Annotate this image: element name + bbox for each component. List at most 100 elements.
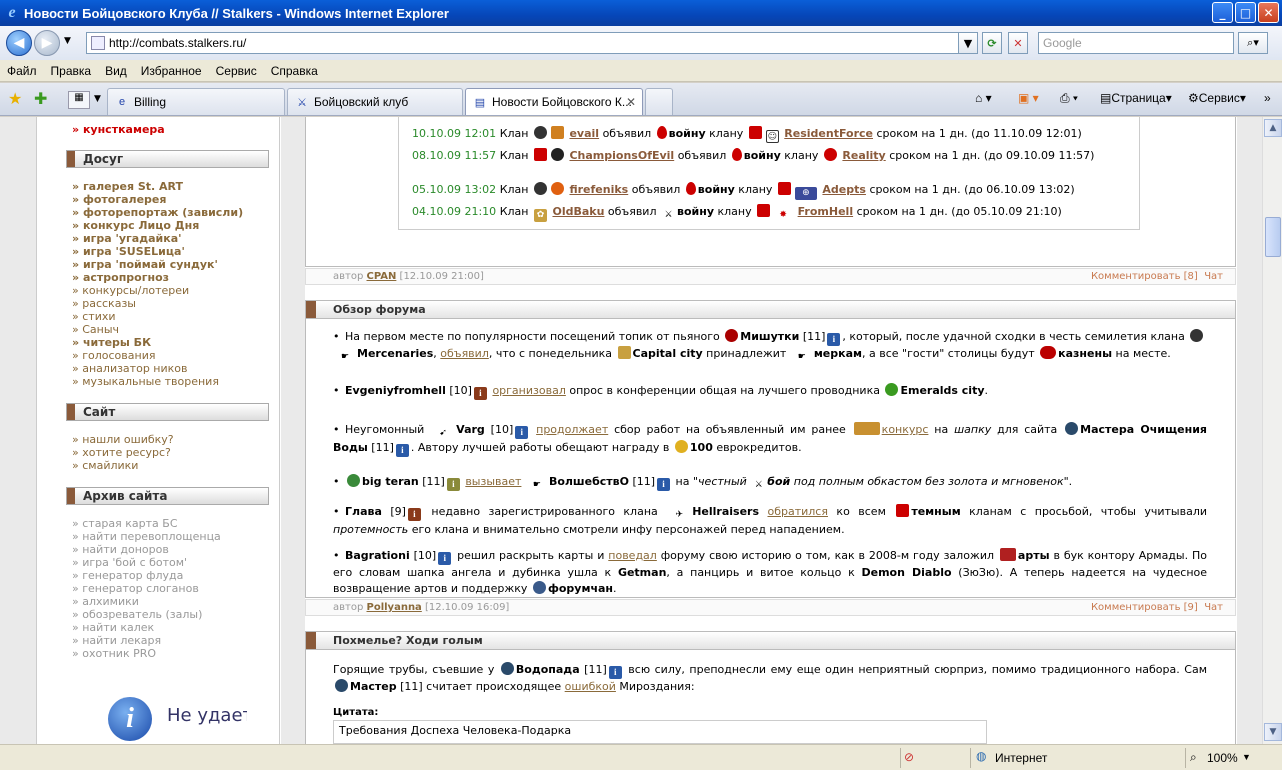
- coin-icon: [674, 440, 688, 453]
- author-link[interactable]: Pollyanna: [367, 602, 422, 613]
- sidebar-item[interactable]: » смайлики: [72, 459, 174, 472]
- info-icon[interactable]: i: [608, 666, 622, 679]
- zoom-icon[interactable]: ⌕: [1190, 750, 1197, 765]
- privacy-icon[interactable]: ⊘: [904, 750, 914, 764]
- new-tab-button[interactable]: [645, 88, 673, 115]
- print-icon[interactable]: ⎙ ▾: [1060, 91, 1078, 106]
- sidebar-item[interactable]: » астропрогноз: [72, 271, 243, 284]
- zoom-level[interactable]: 100%: [1207, 751, 1238, 765]
- sidebar-item[interactable]: » хотите ресурс?: [72, 446, 174, 459]
- zoom-dropdown-icon[interactable]: ▼: [1242, 752, 1251, 762]
- clan-icon: ☛: [791, 351, 812, 364]
- sidebar-section-leisure: » галерея St. ART » фотогалерея » фоторе…: [72, 180, 243, 388]
- author-link[interactable]: CPAN: [367, 271, 397, 282]
- chat-link[interactable]: Чат: [1204, 271, 1223, 282]
- maximize-button[interactable]: □: [1235, 2, 1256, 23]
- sidebar-item[interactable]: » конкурс Лицо Дня: [72, 219, 243, 232]
- address-row: ◀ ▶ ▼ http://combats.stalkers.ru/ ▼ ⟳ ✕ …: [0, 26, 1282, 60]
- sidebar-item[interactable]: » голосования: [72, 349, 243, 362]
- refresh-icon[interactable]: ⟳: [982, 32, 1002, 54]
- sidebar-item[interactable]: » читеры БК: [72, 336, 243, 349]
- history-dropdown-icon[interactable]: ▼: [64, 36, 71, 46]
- sidebar-item[interactable]: » найти калек: [72, 621, 221, 634]
- sidebar-item[interactable]: » генератор слоганов: [72, 582, 221, 595]
- back-button[interactable]: ◀: [6, 30, 32, 56]
- info-icon[interactable]: i: [395, 444, 409, 457]
- tab-close-icon[interactable]: ✕: [626, 95, 636, 109]
- info-icon[interactable]: i: [827, 333, 841, 346]
- sidebar-item[interactable]: » игра 'поймай сундук': [72, 258, 243, 271]
- sidebar-item[interactable]: » старая карта БС: [72, 517, 221, 530]
- sidebar-item[interactable]: » генератор флуда: [72, 569, 221, 582]
- sidebar-item[interactable]: » найти перевоплощенца: [72, 530, 221, 543]
- comment-link[interactable]: Комментировать [9]: [1091, 602, 1198, 613]
- tab-billing[interactable]: e Billing: [107, 88, 285, 115]
- search-icon[interactable]: ⌕▾: [1238, 32, 1268, 54]
- info-icon[interactable]: i: [438, 552, 452, 565]
- sidebar-item[interactable]: » игра 'SUSELица': [72, 245, 243, 258]
- ie-logo-icon: e: [8, 4, 16, 21]
- blood-drop-icon: [685, 182, 696, 195]
- scroll-up-icon[interactable]: ▲: [1264, 119, 1282, 137]
- rss-icon[interactable]: ▣ ▾: [1018, 91, 1039, 105]
- sidebar-item[interactable]: » галерея St. ART: [72, 180, 243, 193]
- page-menu-button[interactable]: ▤ Страница ▾: [1100, 91, 1172, 105]
- info-icon[interactable]: i: [407, 508, 421, 521]
- forward-button[interactable]: ▶: [34, 30, 60, 56]
- info-icon[interactable]: i: [657, 478, 671, 491]
- address-dropdown-icon[interactable]: ▼: [958, 32, 978, 54]
- sidebar-item[interactable]: » охотник PRO: [72, 647, 221, 660]
- address-field[interactable]: http://combats.stalkers.ru/: [86, 32, 976, 54]
- toolbar-overflow-icon[interactable]: »: [1264, 91, 1271, 105]
- clan-icon: [896, 504, 910, 517]
- close-button[interactable]: ✕: [1258, 2, 1279, 23]
- sidebar-item[interactable]: » кунсткамера: [72, 123, 165, 136]
- scroll-down-icon[interactable]: ▼: [1264, 723, 1282, 741]
- sidebar-item[interactable]: » конкурсы/лотереи: [72, 284, 243, 297]
- home-icon[interactable]: ⌂ ▾: [975, 91, 992, 105]
- crossed-swords-icon: ⚔: [662, 209, 675, 222]
- menu-favorites[interactable]: Избранное: [134, 64, 209, 78]
- tools-menu-button[interactable]: ⚙ Сервис ▾: [1188, 91, 1246, 105]
- add-favorites-icon[interactable]: ✚: [34, 89, 47, 108]
- sidebar-item[interactable]: » найти лекаря: [72, 634, 221, 647]
- sidebar-item[interactable]: » игра 'угадайка': [72, 232, 243, 245]
- clan-icon: [533, 182, 547, 195]
- sidebar-item[interactable]: » алхимики: [72, 595, 221, 608]
- search-input[interactable]: Google: [1038, 32, 1234, 54]
- sidebar-item[interactable]: » найти доноров: [72, 543, 221, 556]
- sidebar-item[interactable]: » обозреватель (залы): [72, 608, 221, 621]
- info-icon[interactable]: i: [473, 387, 487, 400]
- menu-file[interactable]: Файл: [0, 64, 44, 78]
- menu-bar: Файл Правка Вид Избранное Сервис Справка: [0, 60, 1282, 82]
- comment-link[interactable]: Комментировать [8]: [1091, 271, 1198, 282]
- info-icon[interactable]: i: [515, 426, 529, 439]
- news-footer: автор CPAN [12.10.09 21:00] Комментирова…: [305, 268, 1236, 285]
- menu-view[interactable]: Вид: [98, 64, 134, 78]
- vertical-scrollbar[interactable]: ▲ ▼: [1262, 117, 1282, 744]
- sidebar-item[interactable]: » фотогалерея: [72, 193, 243, 206]
- clan-icon: ☛: [526, 479, 547, 492]
- sidebar-item[interactable]: » стихи: [72, 310, 243, 323]
- favorites-star-icon[interactable]: ★: [8, 89, 22, 108]
- sidebar-item[interactable]: » анализатор ников: [72, 362, 243, 375]
- sidebar-item[interactable]: » игра 'бой с ботом': [72, 556, 221, 569]
- tab-news[interactable]: ▤ Новости Бойцовского К... ✕: [465, 88, 643, 115]
- info-icon[interactable]: i: [446, 478, 460, 491]
- scroll-thumb[interactable]: [1265, 217, 1281, 257]
- sidebar-item[interactable]: » Саныч: [72, 323, 243, 336]
- menu-edit[interactable]: Правка: [44, 64, 99, 78]
- sidebar-item[interactable]: » фоторепортаж (зависли): [72, 206, 243, 219]
- sidebar-item[interactable]: » музыкальные творения: [72, 375, 243, 388]
- chat-link[interactable]: Чат: [1204, 602, 1223, 613]
- minimize-button[interactable]: _: [1212, 2, 1233, 23]
- tab-list-dropdown-icon[interactable]: ▼: [94, 94, 101, 104]
- stop-icon[interactable]: ✕: [1008, 32, 1028, 54]
- sidebar-item[interactable]: » нашли ошибку?: [72, 433, 174, 446]
- sidebar-item[interactable]: » рассказы: [72, 297, 243, 310]
- tab-fight-club[interactable]: ⚔ Бойцовский клуб: [287, 88, 463, 115]
- quick-tabs-icon[interactable]: ▦: [68, 91, 90, 109]
- menu-tools[interactable]: Сервис: [209, 64, 264, 78]
- forum-paragraph: • Неугомонный ➹ Varg [10] i продолжает сбор…: [333, 422, 1207, 457]
- menu-help[interactable]: Справка: [264, 64, 325, 78]
